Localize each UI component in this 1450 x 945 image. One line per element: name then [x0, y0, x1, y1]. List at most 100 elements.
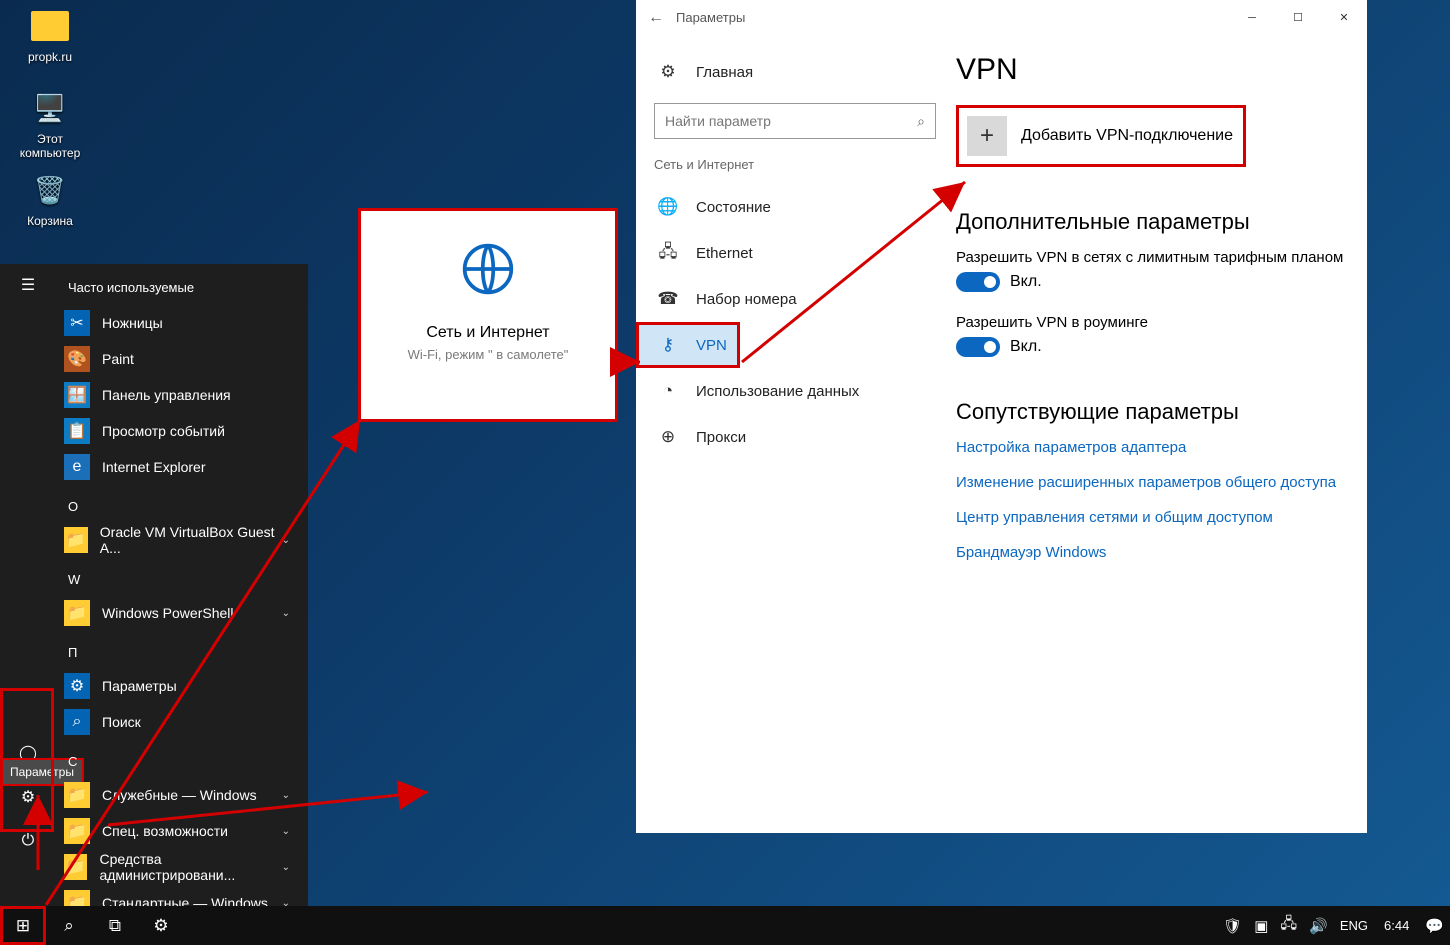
start-app[interactable]: 🪟Панель управления — [56, 377, 308, 413]
settings-window: ← Параметры ─ ☐ ✕ ⚙ Главная ⌕ Сеть и Инт… — [636, 0, 1367, 833]
app-tile-icon: ⌕ — [64, 709, 90, 735]
globe-icon — [361, 241, 615, 310]
start-app[interactable]: 📁Спец. возможности⌄ — [56, 813, 308, 849]
app-label: Средства администрировани... — [99, 851, 281, 883]
app-tile-icon: e — [64, 454, 90, 480]
search-box[interactable]: ⌕ — [654, 103, 936, 139]
start-app[interactable]: ⌕ Поиск — [56, 704, 308, 740]
close-button[interactable]: ✕ — [1321, 0, 1367, 35]
nav-label: Набор номера — [696, 291, 797, 308]
nav-label: Главная — [696, 64, 753, 81]
frequent-header: Часто используемые — [56, 278, 308, 305]
nav-vpn[interactable]: ⚷VPN — [636, 322, 740, 368]
start-app[interactable]: 📁Средства администрировани...⌄ — [56, 849, 308, 885]
chevron-down-icon: ⌄ — [282, 898, 300, 907]
start-app[interactable]: 📁 Oracle VM VirtualBox Guest A...⌄ — [56, 522, 308, 558]
vpn-icon: ⚷ — [654, 335, 682, 355]
proxy-icon: ⊕ — [654, 427, 682, 447]
start-app[interactable]: ⚙Параметры — [56, 668, 308, 704]
nav-ethernet[interactable]: 🖧Ethernet — [654, 230, 956, 276]
alpha-header[interactable]: С — [56, 740, 308, 777]
tray-clock[interactable]: 6:44 — [1374, 906, 1419, 945]
maximize-button[interactable]: ☐ — [1275, 0, 1321, 35]
section-heading-related: Сопутствующие параметры — [956, 399, 1345, 425]
gear-icon: ⚙ — [654, 62, 682, 82]
app-label: Стандартные — Windows — [102, 895, 268, 906]
link-firewall[interactable]: Брандмауэр Windows — [956, 544, 1345, 561]
nav-proxy[interactable]: ⊕ Прокси — [654, 414, 956, 460]
start-app[interactable]: eInternet Explorer — [56, 449, 308, 485]
start-app[interactable]: 📁Служебные — Windows⌄ — [56, 777, 308, 813]
chevron-down-icon: ⌄ — [282, 535, 300, 546]
ethernet-icon: 🖧 — [654, 239, 682, 268]
annotation-box — [0, 688, 54, 832]
start-app[interactable]: 📁 Стандартные — Windows ⌄ — [56, 885, 308, 906]
alpha-header[interactable]: O — [56, 485, 308, 522]
plus-icon: + — [967, 116, 1007, 156]
start-app-list: Часто используемые ✂Ножницы🎨Paint🪟Панель… — [56, 264, 308, 906]
tile-title: Сеть и Интернет — [361, 324, 615, 342]
tray-volume-icon[interactable]: 🔊 — [1303, 906, 1334, 945]
taskbar-search-icon[interactable]: ⌕ — [46, 906, 92, 945]
start-app[interactable]: 📁Windows PowerShell⌄ — [56, 595, 308, 631]
app-label: Ножницы — [102, 315, 163, 331]
link-sharing[interactable]: Изменение расширенных параметров общего … — [956, 474, 1345, 491]
nav-section-caption: Сеть и Интернет — [654, 157, 956, 172]
start-button[interactable]: ⊞ — [0, 906, 46, 945]
desktop-icon-recycle[interactable]: 🗑️ Корзина — [10, 170, 90, 228]
section-heading-extra: Дополнительные параметры — [956, 209, 1345, 235]
tray-security-icon[interactable]: 🛡 — [1217, 906, 1248, 945]
taskbar-settings-icon[interactable]: ⚙ — [138, 906, 184, 945]
search-icon: ⌕ — [917, 113, 925, 130]
page-title: VPN — [956, 53, 1345, 87]
tray-network-icon[interactable]: 🖧 — [1274, 906, 1303, 945]
hamburger-icon[interactable]: ☰ — [0, 264, 56, 306]
chevron-down-icon: ⌄ — [282, 790, 300, 801]
link-network-center[interactable]: Центр управления сетями и общим доступом — [956, 509, 1345, 526]
desktop-icon-label: propk.ru — [10, 50, 90, 64]
option-label-metered: Разрешить VPN в сетях с лимитным тарифны… — [956, 249, 1345, 266]
alpha-header[interactable]: П — [56, 631, 308, 668]
option-label-roaming: Разрешить VPN в роуминге — [956, 314, 1345, 331]
nav-dialup[interactable]: ☎Набор номера — [654, 276, 956, 322]
taskbar: ⊞ ⌕ ⧉ ⚙ 🛡 ▣ 🖧 🔊 ENG 6:44 💬 — [0, 906, 1450, 945]
desktop-icon-this-pc[interactable]: 🖥️ Этот компьютер — [10, 88, 90, 160]
task-view-icon[interactable]: ⧉ — [92, 906, 138, 945]
app-label: Просмотр событий — [102, 423, 225, 439]
settings-nav: ⚙ Главная ⌕ Сеть и Интернет 🌐Состояние 🖧… — [636, 35, 956, 833]
search-input[interactable] — [665, 113, 917, 129]
window-titlebar: ← Параметры ─ ☐ ✕ — [636, 0, 1367, 35]
nav-status[interactable]: 🌐Состояние — [654, 184, 956, 230]
app-label: Поиск — [102, 714, 141, 730]
back-button[interactable]: ← — [636, 9, 676, 27]
minimize-button[interactable]: ─ — [1229, 0, 1275, 35]
toggle-metered[interactable]: Вкл. — [956, 272, 1345, 292]
nav-label: Прокси — [696, 429, 746, 446]
add-vpn-button[interactable]: + Добавить VPN-подключение — [956, 105, 1246, 167]
tray-language[interactable]: ENG — [1334, 906, 1374, 945]
nav-data-usage[interactable]: ◔Использование данных — [654, 368, 956, 414]
start-app[interactable]: 🎨Paint — [56, 341, 308, 377]
toggle-state: Вкл. — [1010, 338, 1042, 356]
app-tile-icon: 📁 — [64, 527, 88, 553]
data-usage-icon: ◔ — [654, 381, 682, 401]
recycle-bin-icon: 🗑️ — [30, 170, 70, 210]
toggle-roaming[interactable]: Вкл. — [956, 337, 1345, 357]
start-app[interactable]: 📋 Просмотр событий — [56, 413, 308, 449]
window-title: Параметры — [676, 10, 1229, 25]
start-app[interactable]: ✂Ножницы — [56, 305, 308, 341]
folder-icon — [30, 6, 70, 46]
desktop-icon-label: Этот компьютер — [10, 132, 90, 160]
tray-vm-icon[interactable]: ▣ — [1248, 906, 1274, 945]
chevron-down-icon: ⌄ — [282, 862, 300, 873]
app-tile-icon: 🪟 — [64, 382, 90, 408]
app-label: Oracle VM VirtualBox Guest A... — [100, 524, 282, 556]
link-adapter[interactable]: Настройка параметров адаптера — [956, 439, 1345, 456]
desktop-icon-propk[interactable]: propk.ru — [10, 6, 90, 64]
app-tile-icon: 📁 — [64, 890, 90, 906]
tray-action-center-icon[interactable]: 💬 — [1419, 906, 1450, 945]
app-tile-icon: 📋 — [64, 418, 90, 444]
nav-home[interactable]: ⚙ Главная — [654, 49, 956, 95]
alpha-header[interactable]: W — [56, 558, 308, 595]
settings-tile-network[interactable]: Сеть и Интернет Wi-Fi, режим " в самолет… — [358, 208, 618, 422]
